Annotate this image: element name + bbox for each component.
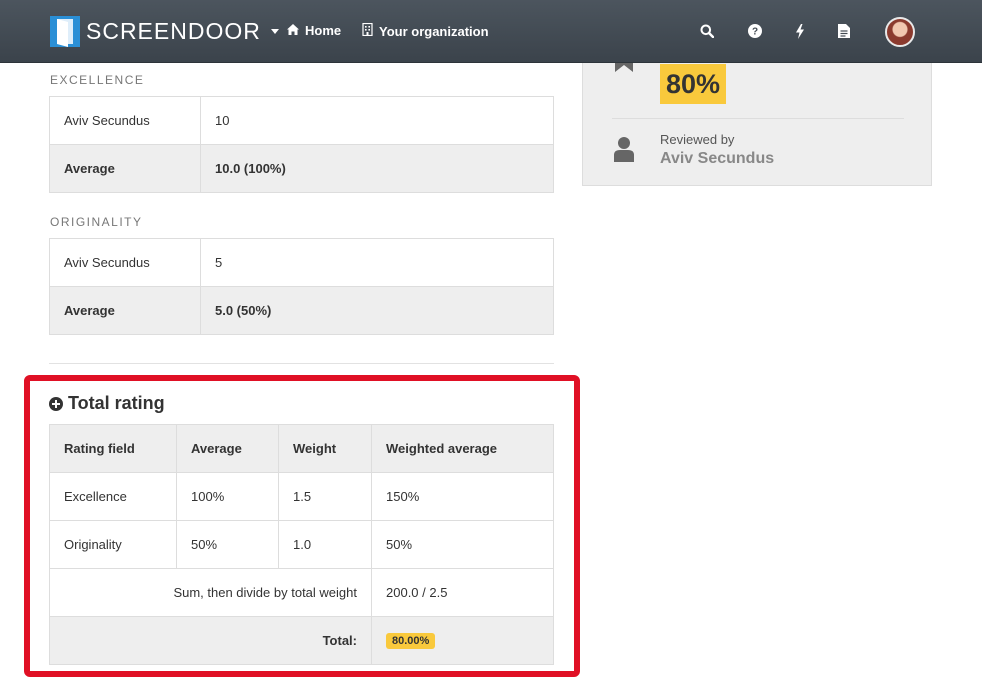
nav-home-label: Home bbox=[305, 23, 342, 38]
user-avatar[interactable] bbox=[885, 17, 915, 47]
table-row: Aviv Secundus 5 bbox=[49, 238, 554, 287]
document-icon[interactable] bbox=[835, 22, 853, 40]
nav-organization-link[interactable]: Your organization bbox=[362, 22, 489, 39]
page: SCREENDOOR Home Your organization ? EXCE… bbox=[0, 0, 982, 679]
average-label: Average bbox=[49, 144, 201, 193]
average-row: Average 10.0 (100%) bbox=[49, 144, 554, 193]
svg-text:?: ? bbox=[752, 27, 758, 38]
score-badge: 80% bbox=[660, 64, 726, 104]
section-divider bbox=[49, 363, 554, 364]
reviewed-by-label: Reviewed by bbox=[660, 132, 735, 147]
score-cell: 10 bbox=[200, 96, 554, 145]
excellence-table: Aviv Secundus 10 Average 10.0 (100%) bbox=[49, 96, 554, 193]
home-icon bbox=[287, 23, 299, 38]
caret-down-icon bbox=[270, 29, 279, 34]
brand-menu[interactable]: SCREENDOOR bbox=[50, 16, 279, 47]
average-row: Average 5.0 (50%) bbox=[49, 286, 554, 335]
average-value: 10.0 (100%) bbox=[200, 144, 554, 193]
average-value: 5.0 (50%) bbox=[200, 286, 554, 335]
nav-home-link[interactable]: Home bbox=[287, 23, 341, 38]
building-icon bbox=[362, 22, 373, 39]
table-row: Aviv Secundus 10 bbox=[49, 96, 554, 145]
bolt-icon[interactable] bbox=[791, 22, 809, 40]
section-label-excellence: EXCELLENCE bbox=[50, 73, 145, 87]
help-icon[interactable]: ? bbox=[746, 22, 764, 40]
originality-table: Aviv Secundus 5 Average 5.0 (50%) bbox=[49, 238, 554, 335]
section-label-originality: ORIGINALITY bbox=[50, 215, 143, 229]
brand-name: SCREENDOOR bbox=[86, 18, 261, 44]
user-icon bbox=[612, 136, 636, 167]
reviewer-cell: Aviv Secundus bbox=[49, 96, 201, 145]
top-navbar: SCREENDOOR Home Your organization ? bbox=[0, 0, 982, 63]
score-cell: 5 bbox=[200, 238, 554, 287]
panel-divider bbox=[612, 118, 904, 119]
reviewer-cell: Aviv Secundus bbox=[49, 238, 201, 287]
highlight-box bbox=[24, 375, 580, 677]
search-icon[interactable] bbox=[698, 22, 716, 40]
average-label: Average bbox=[49, 286, 201, 335]
screendoor-logo-icon bbox=[50, 16, 80, 47]
nav-organization-label: Your organization bbox=[379, 23, 489, 39]
reviewer-name[interactable]: Aviv Secundus bbox=[660, 150, 774, 168]
